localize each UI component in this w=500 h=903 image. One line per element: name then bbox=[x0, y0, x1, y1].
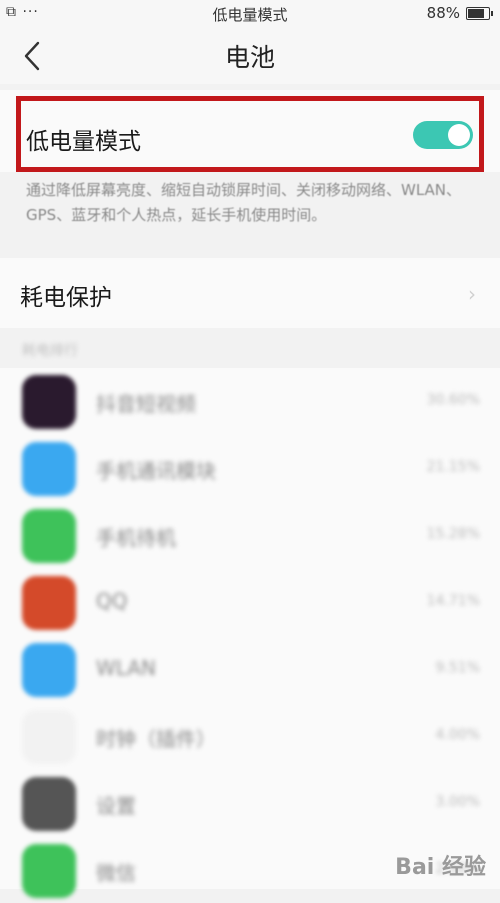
app-icon bbox=[22, 710, 76, 764]
app-icon bbox=[22, 643, 76, 697]
low-power-mode-description: 通过降低屏幕亮度、缩短自动锁屏时间、关闭移动网络、WLAN、GPS、蓝牙和个人热… bbox=[26, 181, 462, 224]
app-percent: 30.60% bbox=[426, 392, 480, 408]
battery-fill bbox=[468, 8, 484, 18]
app-percent: 14.71% bbox=[426, 593, 480, 609]
app-icon bbox=[22, 375, 76, 429]
app-name: 微信 bbox=[96, 861, 136, 885]
app-name: 抖音短视频 bbox=[96, 392, 196, 416]
chevron-right-icon: › bbox=[468, 282, 476, 306]
list-item[interactable]: 手机待机 15.28% bbox=[0, 502, 500, 568]
app-percent: 15.28% bbox=[426, 526, 480, 542]
app-usage-list: 抖音短视频 30.60% 手机通讯模块 21.15% 手机待机 15.28% Q… bbox=[0, 368, 500, 898]
app-name: WLAN bbox=[96, 656, 157, 680]
app-name: 设置 bbox=[96, 794, 136, 818]
app-name: 时钟（插件） bbox=[96, 727, 216, 751]
power-protection-label: 耗电保护 bbox=[20, 285, 112, 311]
list-item[interactable]: QQ 14.71% bbox=[0, 569, 500, 635]
app-icon bbox=[22, 576, 76, 630]
app-icon bbox=[22, 844, 76, 898]
app-percent: 4.00% bbox=[435, 727, 480, 743]
status-bar: ⧉ ··· 低电量模式 88% bbox=[0, 0, 500, 28]
battery-percent: 88% bbox=[426, 4, 460, 22]
app-percent: 3.00% bbox=[435, 794, 480, 810]
list-item[interactable]: 抖音短视频 30.60% bbox=[0, 368, 500, 434]
section-header: 耗电排行 bbox=[22, 343, 78, 359]
battery-icon bbox=[466, 6, 493, 20]
app-name: 手机待机 bbox=[96, 526, 176, 550]
highlight-annotation-box bbox=[16, 96, 484, 172]
app-icon bbox=[22, 777, 76, 831]
power-protection-row[interactable]: 耗电保护 › bbox=[0, 258, 500, 328]
app-name: QQ bbox=[96, 589, 128, 613]
list-item[interactable]: 设置 3.00% bbox=[0, 770, 500, 836]
list-item[interactable]: 手机通讯模块 21.15% bbox=[0, 435, 500, 501]
app-percent: 21.15% bbox=[426, 459, 480, 475]
page-title: 电池 bbox=[224, 43, 275, 72]
app-percent: 9.51% bbox=[435, 660, 480, 676]
watermark: Bai 经验 bbox=[395, 855, 486, 880]
battery-status: 88% bbox=[426, 4, 493, 22]
list-item[interactable]: 时钟（插件） 4.00% bbox=[0, 703, 500, 769]
app-name: 手机通讯模块 bbox=[96, 459, 216, 483]
nav-bar: 电池 bbox=[0, 28, 500, 84]
app-icon bbox=[22, 442, 76, 496]
list-item[interactable]: WLAN 9.51% bbox=[0, 636, 500, 702]
status-bar-title: 低电量模式 bbox=[212, 6, 288, 24]
app-icon bbox=[22, 509, 76, 563]
